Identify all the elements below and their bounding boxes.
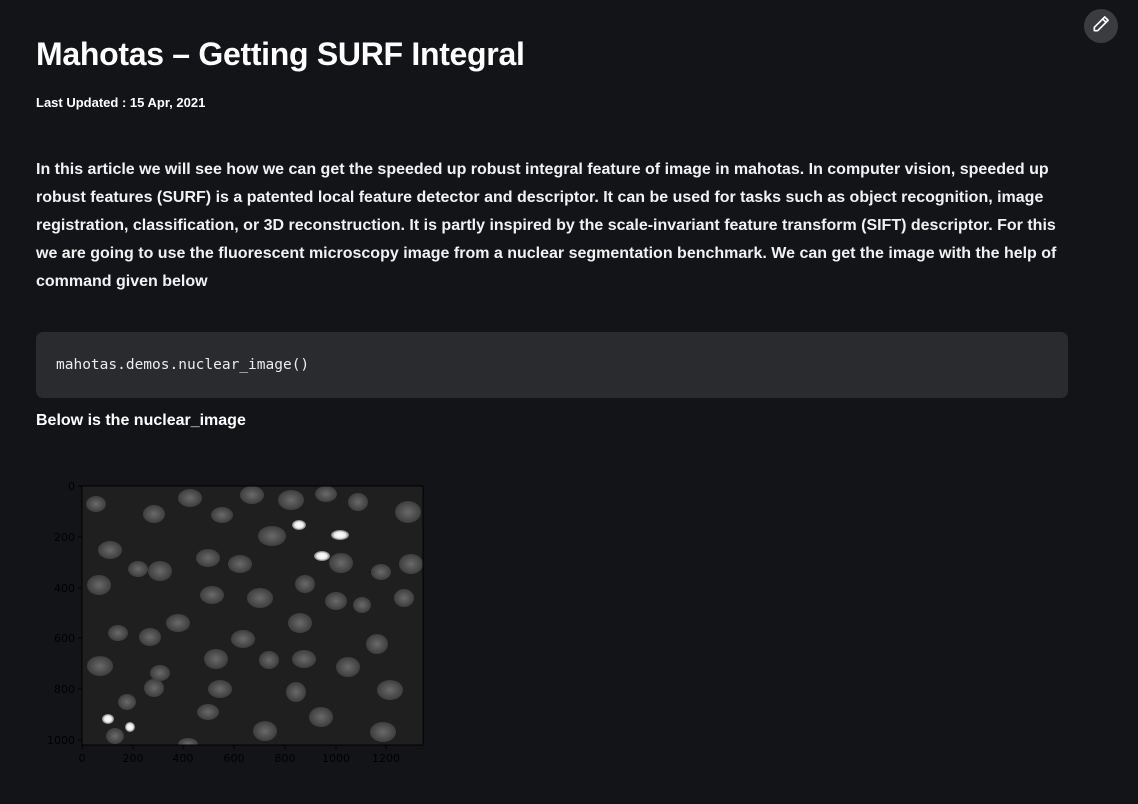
y-tick-label: 200 — [54, 531, 75, 544]
x-tick-label: 800 — [275, 752, 296, 765]
x-tick-label: 600 — [224, 752, 245, 765]
y-tick-label: 600 — [54, 632, 75, 645]
x-tick-label: 1000 — [322, 752, 350, 765]
article-intro-paragraph: In this article we will see how we can g… — [36, 161, 1057, 290]
x-tick-label: 200 — [123, 752, 144, 765]
pencil-icon — [1091, 14, 1111, 39]
y-axis: 0 200 400 600 800 1000 — [47, 480, 82, 747]
nuclear-image-figure: 0 200 400 600 800 1000 0 200 400 600 800… — [47, 480, 424, 765]
edit-button[interactable] — [1084, 9, 1118, 43]
y-tick-label: 400 — [54, 582, 75, 595]
image-caption: Below is the nuclear_image — [36, 412, 246, 429]
x-tick-label: 0 — [79, 752, 86, 765]
article-title: Mahotas – Getting SURF Integral — [36, 36, 525, 72]
x-axis: 0 200 400 600 800 1000 1200 — [79, 745, 400, 765]
article-page: Mahotas – Getting SURF Integral Last Upd… — [0, 0, 1138, 804]
x-tick-label: 400 — [173, 752, 194, 765]
y-tick-label: 800 — [54, 683, 75, 696]
x-tick-label: 1200 — [372, 752, 400, 765]
y-tick-label: 0 — [68, 480, 75, 493]
code-snippet: mahotas.demos.nuclear_image() — [56, 357, 310, 373]
y-tick-label: 1000 — [47, 734, 75, 747]
last-updated-date: Last Updated : 15 Apr, 2021 — [36, 95, 206, 110]
code-block: mahotas.demos.nuclear_image() — [36, 332, 1068, 398]
